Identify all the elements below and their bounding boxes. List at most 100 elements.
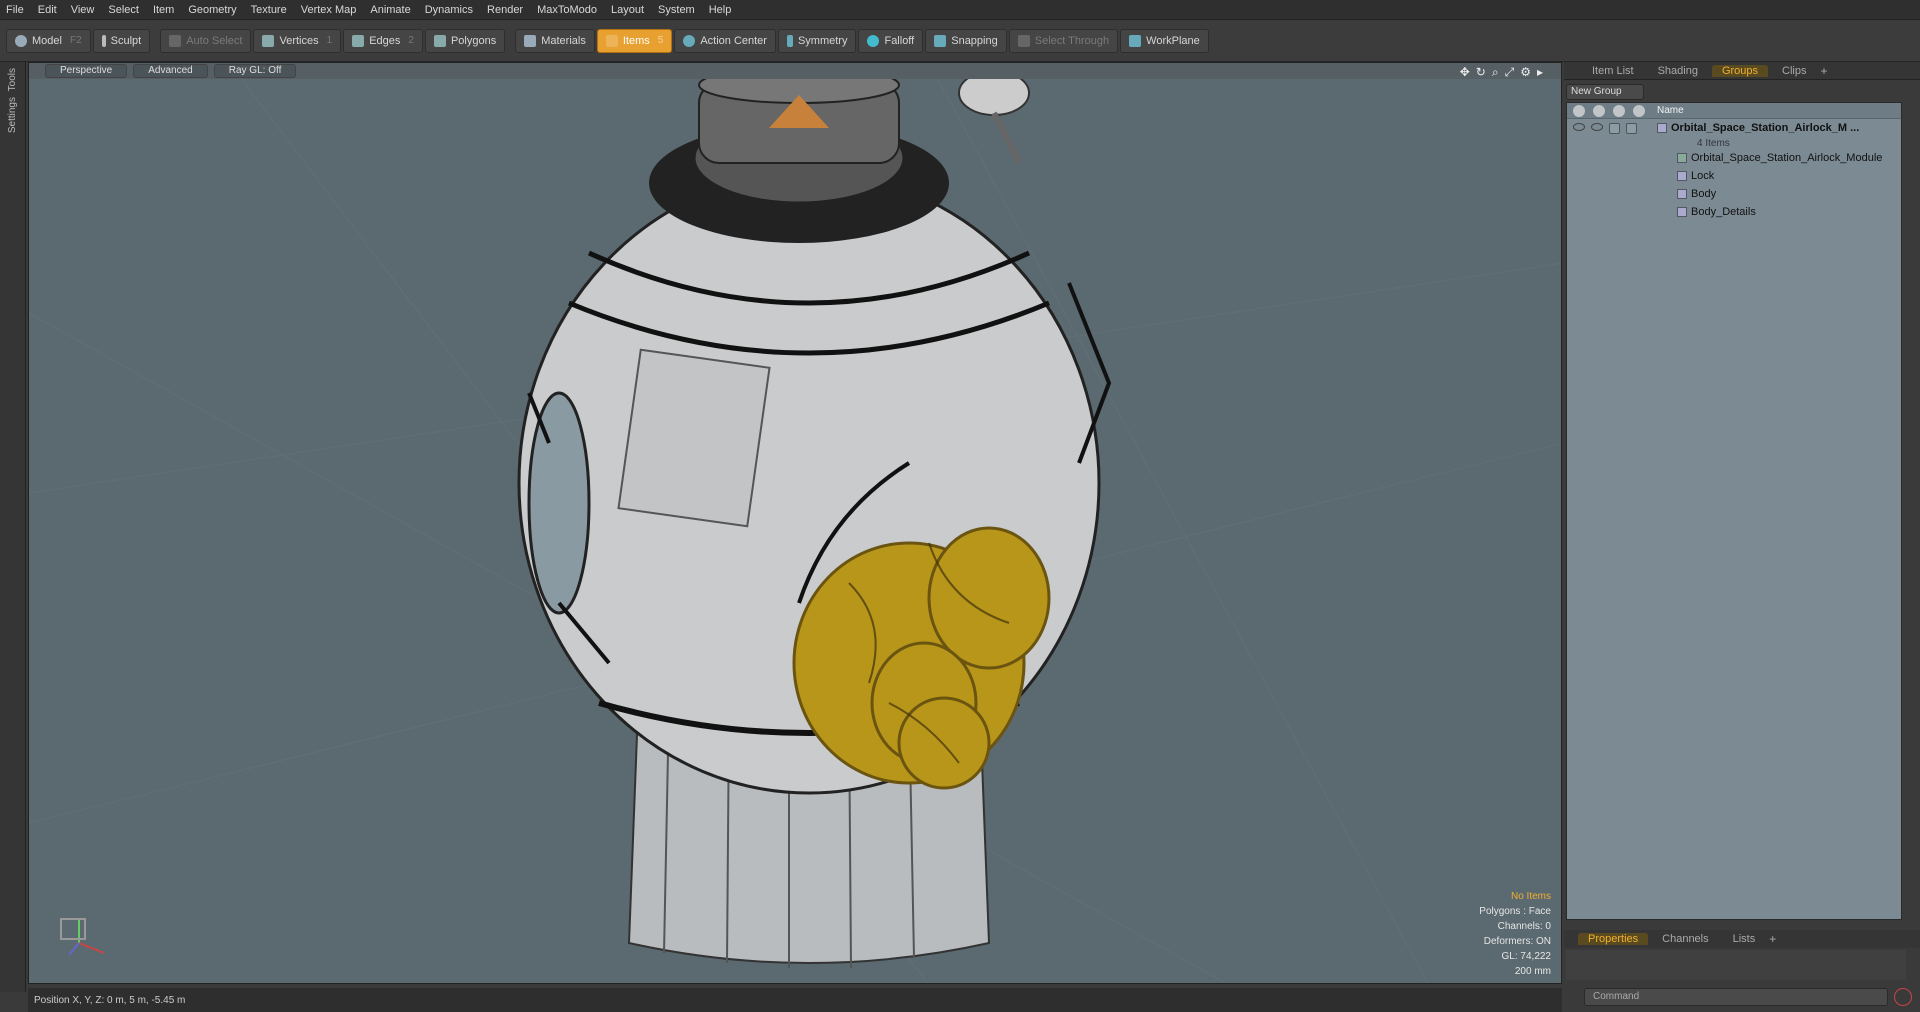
menu-texture[interactable]: Texture [251,4,287,16]
tree-row-item[interactable]: Body_Details [1567,203,1901,221]
view-menu-icon[interactable]: ▸ [1537,65,1543,80]
menu-maxtomodo[interactable]: MaxToModo [537,4,597,16]
select-through-button[interactable]: Select Through [1008,28,1119,53]
menu-system[interactable]: System [658,4,695,16]
select-checkbox[interactable] [1626,122,1637,134]
render-icon[interactable] [1591,122,1603,131]
vertices-button[interactable]: Vertices 1 [253,28,342,53]
tab-lists[interactable]: Lists [1723,933,1766,945]
raygl-dropdown[interactable]: Ray GL: Off [213,64,297,78]
menu-dynamics[interactable]: Dynamics [425,4,473,16]
symmetry-button[interactable]: Symmetry [777,28,857,53]
tools-tab[interactable]: Tools [7,68,18,91]
menu-geometry[interactable]: Geometry [188,4,236,16]
menu-select[interactable]: Select [108,4,139,16]
symmetry-icon [786,34,793,47]
move-view-icon[interactable]: ✥ [1460,65,1470,80]
menu-edit[interactable]: Edit [38,4,57,16]
tree-item-label: Body [1691,188,1717,200]
edges-hotkey: 2 [408,35,414,46]
menu-item[interactable]: Item [153,4,174,16]
main-toolbar: Model F2 Sculpt Auto Select Vertices 1 Edg… [0,20,1920,62]
select-through-icon [1017,34,1030,47]
channels-status: Channels: 0 [1497,921,1551,932]
sculpt-icon [101,34,106,47]
eye-icon[interactable] [1573,122,1585,131]
tree-row-group[interactable]: Orbital_Space_Station_Airlock_M ... [1567,119,1901,137]
menu-view[interactable]: View [71,4,95,16]
workplane-button[interactable]: WorkPlane [1120,28,1209,53]
tree-row-item[interactable]: Body [1567,185,1901,203]
falloff-icon [867,34,880,47]
auto-select-label: Auto Select [186,34,243,47]
edges-icon [352,34,365,47]
items-icon [605,34,618,47]
tab-item-list[interactable]: Item List [1582,65,1644,77]
edges-button[interactable]: Edges 2 [343,28,423,53]
menu-help[interactable]: Help [709,4,732,16]
axis-gizmo-icon [60,918,105,956]
model-icon [15,34,27,47]
action-center-button[interactable]: Action Center [674,28,776,53]
tab-properties[interactable]: Properties [1578,933,1649,945]
airlock-module-model [29,63,1561,983]
rotate-view-icon[interactable]: ↻ [1476,65,1486,80]
items-hotkey: 5 [657,35,664,46]
visibility-col-icon[interactable] [1573,104,1585,117]
falloff-button[interactable]: Falloff [858,28,924,53]
polygons-button[interactable]: Polygons [424,28,506,53]
deformers-status: Deformers: ON [1483,936,1551,947]
lock-col-icon[interactable] [1613,104,1625,117]
perspective-dropdown[interactable]: Perspective [45,64,128,78]
menu-vertex-map[interactable]: Vertex Map [301,4,357,16]
model-button[interactable]: Model F2 [6,28,91,53]
model-label: Model [32,34,62,47]
properties-tabs: Properties Channels Lists + [1564,930,1920,948]
tree-row-item[interactable]: Orbital_Space_Station_Airlock_Module [1567,149,1901,167]
3d-viewport[interactable]: Perspective Advanced Ray GL: Off ✥ ↻ ⌕ ⤢… [28,62,1562,984]
view-settings-icon[interactable]: ⚙ [1520,65,1531,80]
status-bar: Position X, Y, Z: 0 m, 5 m, -5.45 m [28,988,1562,1012]
items-button[interactable]: Items 5 [596,28,673,53]
right-panel: Item List Shading Groups Clips + New Gro… [1564,62,1920,1012]
tab-groups[interactable]: Groups [1711,64,1769,77]
sculpt-button[interactable]: Sculpt [92,28,151,53]
tab-clips[interactable]: Clips [1772,65,1816,77]
zoom-view-icon[interactable]: ⌕ [1492,65,1499,80]
menu-layout[interactable]: Layout [611,4,644,16]
add-tab-icon[interactable]: + [1820,64,1827,78]
materials-button[interactable]: Materials [515,28,595,53]
menu-file[interactable]: File [6,4,24,16]
menu-render[interactable]: Render [487,4,523,16]
polygons-label: Polygons [450,34,497,47]
advanced-dropdown[interactable]: Advanced [133,64,208,78]
menu-bar: File Edit View Select Item Geometry Text… [0,0,1920,20]
tab-shading[interactable]: Shading [1648,65,1708,77]
snapping-button[interactable]: Snapping [925,28,1007,53]
mesh-icon [1677,189,1687,199]
tree-row-subcount: 4 Items [1567,137,1901,149]
menu-animate[interactable]: Animate [370,4,410,16]
tree-item-label: Orbital_Space_Station_Airlock_Module [1691,152,1883,164]
render-col-icon[interactable] [1593,104,1605,117]
tree-row-item[interactable]: Lock [1567,167,1901,185]
vertices-hotkey: 1 [326,35,333,46]
settings-tab[interactable]: Settings [7,97,18,133]
lock-checkbox[interactable] [1609,122,1620,134]
action-center-icon [683,34,696,47]
maximize-view-icon[interactable]: ⤢ [1505,65,1515,80]
groups-tree: Name Orbital_Space_Station_Airlock_M ...… [1566,102,1902,920]
new-group-button[interactable]: New Group [1566,84,1644,100]
command-history-icon[interactable] [1894,988,1912,1006]
command-input[interactable]: Command [1584,988,1888,1006]
auto-select-button[interactable]: Auto Select [160,28,252,53]
tab-channels[interactable]: Channels [1652,933,1718,945]
vertices-label: Vertices [279,34,319,47]
add-tab-icon[interactable]: + [1769,932,1776,946]
group-icon [1657,123,1667,133]
select-col-icon[interactable] [1633,104,1645,117]
edges-label: Edges [369,34,401,47]
name-column-header[interactable]: Name [1657,105,1684,116]
model-hotkey: F2 [69,35,82,46]
group-item-count: 4 Items [1697,137,1730,149]
